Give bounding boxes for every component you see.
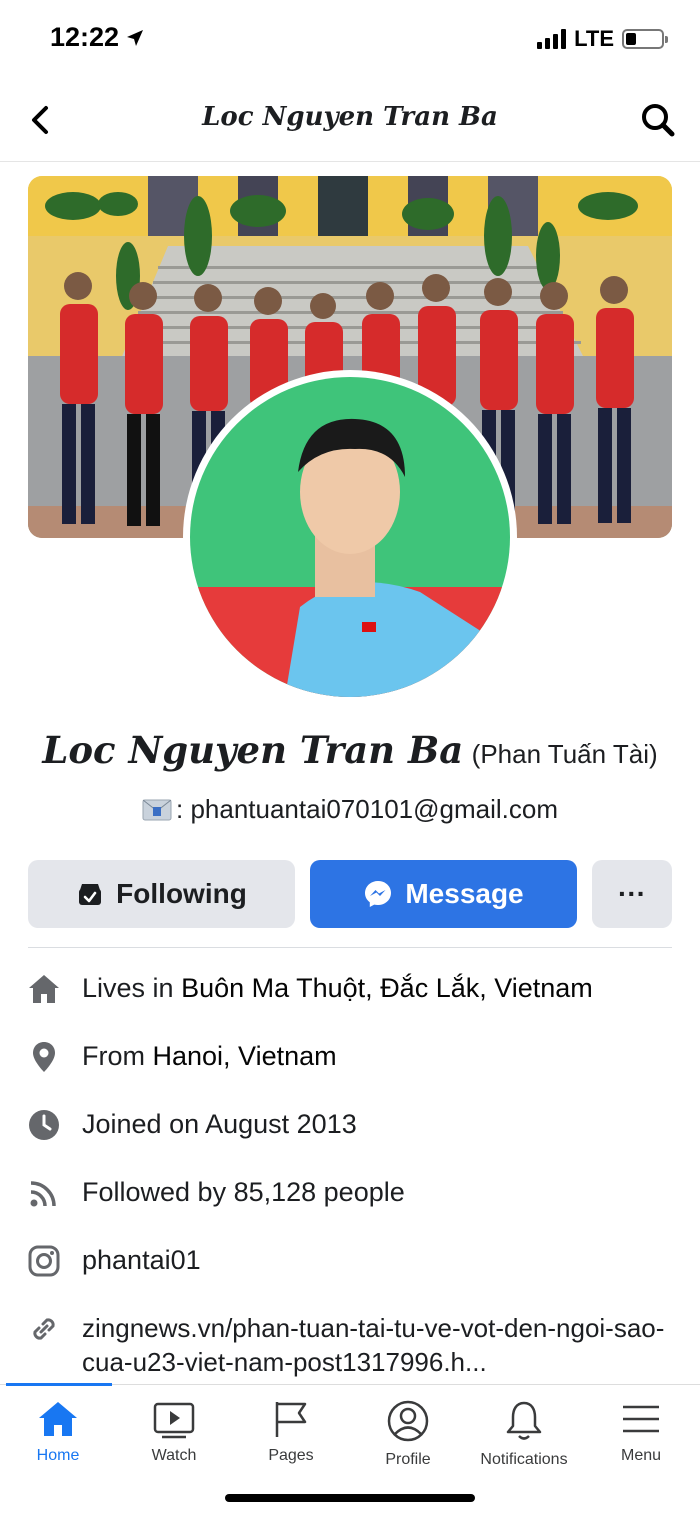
- email-emoji-icon: [142, 799, 172, 820]
- tab-profile[interactable]: Profile: [350, 1399, 466, 1479]
- menu-icon: [623, 1405, 659, 1433]
- message-button[interactable]: Message: [310, 860, 577, 928]
- profile-header: Loc Nguyen Tran Ba: [0, 78, 700, 162]
- status-time: 12:22: [50, 22, 145, 53]
- tab-notifications-label: Notifications: [480, 1451, 568, 1468]
- home-icon: [39, 1402, 77, 1436]
- followers-text: Followed by 85,128 people: [82, 1177, 405, 1207]
- tab-pages-label: Pages: [268, 1447, 314, 1464]
- profile-icon: [387, 1400, 429, 1442]
- rss-icon: [30, 1181, 56, 1207]
- email-text: : phantuantai070101@gmail.com: [176, 794, 558, 824]
- detail-from[interactable]: From Hanoi, Vietnam: [0, 1025, 700, 1085]
- profile-name: Loc Nguyen Tran Ba (Phan Tuấn Tài): [0, 728, 700, 772]
- tab-profile-label: Profile: [385, 1451, 431, 1468]
- active-tab-indicator: [6, 1383, 112, 1386]
- status-bar: 12:22 LTE: [0, 0, 700, 78]
- detail-instagram[interactable]: phantai01: [0, 1229, 700, 1289]
- profile-name-main: Loc Nguyen Tran Ba: [42, 728, 464, 772]
- from-prefix: From: [82, 1041, 153, 1071]
- tab-pages[interactable]: Pages: [233, 1399, 349, 1479]
- clock-icon: [29, 1110, 59, 1140]
- bell-icon: [506, 1401, 542, 1440]
- lives-prefix: Lives in: [82, 973, 182, 1003]
- joined-text: Joined on August 2013: [82, 1109, 357, 1139]
- instagram-handle[interactable]: phantai01: [82, 1245, 201, 1276]
- location-pin-icon: [33, 1042, 55, 1072]
- message-label: Message: [405, 878, 524, 909]
- search-icon: [642, 104, 675, 137]
- messenger-icon: [365, 881, 392, 907]
- home-indicator: [225, 1494, 475, 1502]
- network-label: LTE: [574, 26, 614, 51]
- tab-home-label: Home: [36, 1447, 80, 1464]
- header-title: Loc Nguyen Tran Ba: [202, 102, 498, 132]
- detail-lives-in[interactable]: Lives in Buôn Ma Thuột, Đắc Lắk, Vietnam: [0, 957, 700, 1017]
- tab-watch-label: Watch: [151, 1447, 197, 1464]
- following-check-icon: [79, 884, 102, 905]
- tab-menu[interactable]: Menu: [583, 1399, 699, 1479]
- profile-bio: : phantuantai070101@gmail.com: [0, 794, 700, 825]
- search-button[interactable]: [638, 100, 678, 140]
- more-dots-icon: ···: [618, 878, 646, 909]
- home-icon: [29, 975, 59, 1003]
- profile-picture[interactable]: [183, 370, 517, 704]
- battery-icon: [622, 29, 668, 49]
- from-place[interactable]: Hanoi, Vietnam: [153, 1041, 337, 1071]
- flag-icon: [275, 1402, 307, 1437]
- website-link[interactable]: zingnews.vn/phan-tuan-tai-tu-ve-vot-den-…: [82, 1311, 682, 1379]
- tab-menu-label: Menu: [620, 1447, 662, 1464]
- tab-notifications[interactable]: Notifications: [466, 1399, 582, 1479]
- divider: [28, 947, 672, 948]
- following-label: Following: [116, 878, 247, 909]
- signal-icon: [537, 29, 567, 49]
- detail-link[interactable]: zingnews.vn/phan-tuan-tai-tu-ve-vot-den-…: [0, 1297, 700, 1377]
- watch-icon: [153, 1402, 195, 1439]
- location-arrow-icon: [127, 29, 144, 46]
- clock-text: 12:22: [50, 22, 120, 52]
- lives-place[interactable]: Buôn Ma Thuột, Đắc Lắk, Vietnam: [181, 973, 593, 1003]
- more-options-button[interactable]: ···: [592, 860, 672, 928]
- avatar-image: [190, 377, 510, 697]
- tab-home[interactable]: Home: [0, 1399, 116, 1479]
- tab-watch[interactable]: Watch: [116, 1399, 232, 1479]
- instagram-icon: [28, 1245, 60, 1277]
- profile-actions: Following Message ···: [28, 860, 672, 928]
- detail-followers[interactable]: Followed by 85,128 people: [0, 1161, 700, 1221]
- following-button[interactable]: Following: [28, 860, 295, 928]
- link-icon: [33, 1318, 55, 1340]
- detail-joined: Joined on August 2013: [0, 1093, 700, 1153]
- status-indicators: LTE: [537, 26, 668, 52]
- profile-name-alt: (Phan Tuấn Tài): [471, 739, 658, 769]
